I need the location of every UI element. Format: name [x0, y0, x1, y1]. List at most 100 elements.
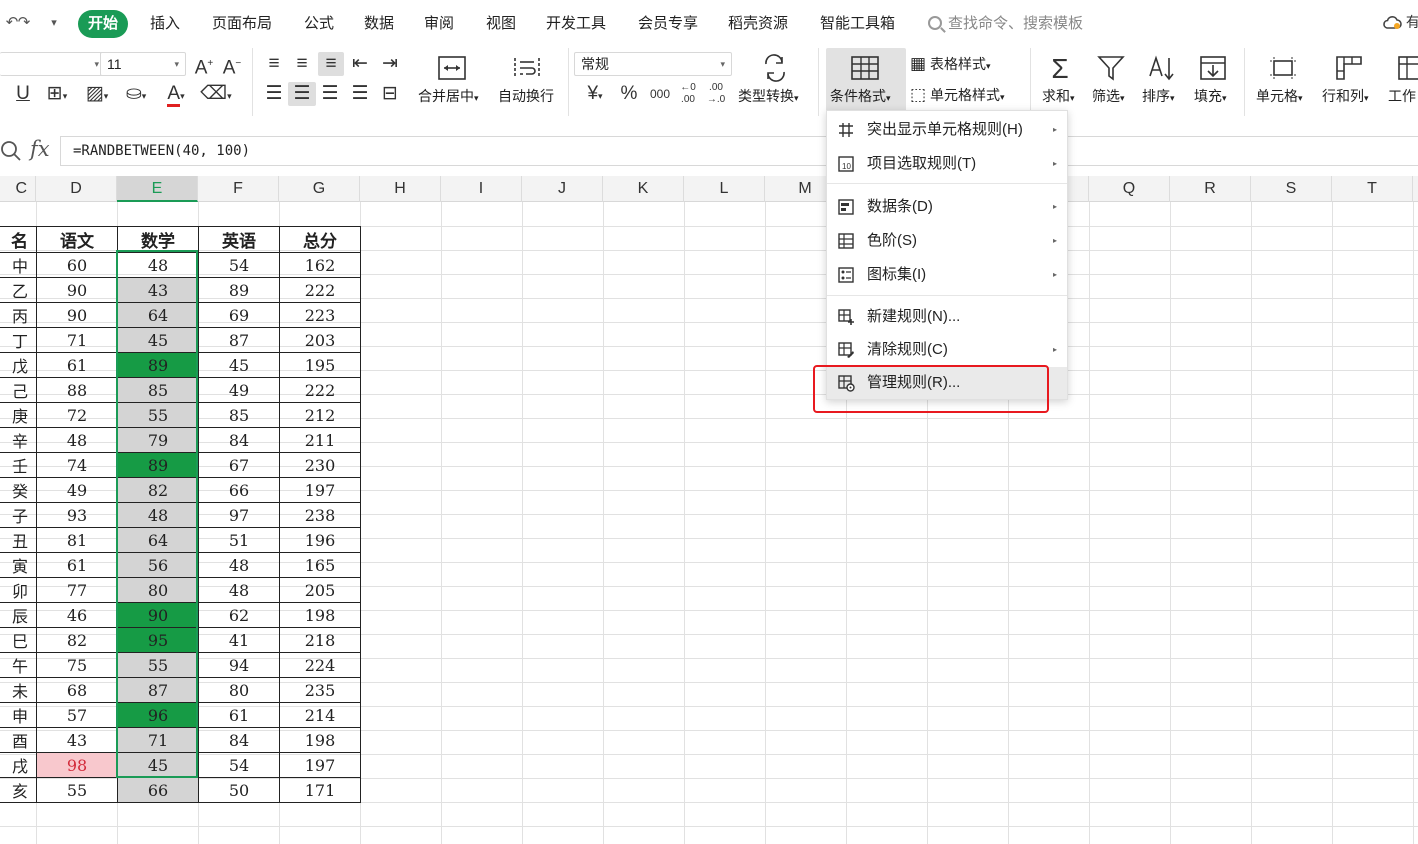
cell-chinese[interactable]: 43 — [36, 727, 118, 753]
cell-name[interactable]: 丙 — [0, 302, 37, 328]
cell-english[interactable]: 69 — [198, 302, 280, 328]
underline-icon[interactable]: U — [12, 82, 34, 106]
command-search[interactable]: 查找命令、搜索模板 — [928, 10, 1083, 38]
cell-button[interactable]: 单元格▾ — [1256, 86, 1303, 108]
cell-total[interactable]: 203 — [279, 327, 361, 353]
cell-total[interactable]: 197 — [279, 477, 361, 503]
cell-total[interactable]: 212 — [279, 402, 361, 428]
cell-name[interactable]: 酉 — [0, 727, 37, 753]
cell-math[interactable]: 43 — [117, 277, 199, 303]
cell-chinese[interactable]: 82 — [36, 627, 118, 653]
column-header-d[interactable]: D — [36, 176, 117, 202]
cell-name[interactable]: 巳 — [0, 627, 37, 653]
worksheet-button[interactable]: 工作 — [1388, 86, 1416, 106]
column-header-s[interactable]: S — [1251, 176, 1332, 202]
column-header-c[interactable]: C — [0, 176, 36, 202]
cell-name[interactable]: 中 — [0, 252, 37, 278]
cell-math[interactable]: 56 — [117, 552, 199, 578]
column-header-g[interactable]: G — [279, 176, 360, 202]
cell-math[interactable]: 79 — [117, 427, 199, 453]
cell-total[interactable]: 238 — [279, 502, 361, 528]
decrease-indent-icon[interactable]: ⇤ — [348, 52, 372, 76]
cell-chinese[interactable]: 93 — [36, 502, 118, 528]
cell-math[interactable]: 89 — [117, 352, 199, 378]
cell-chinese[interactable]: 46 — [36, 602, 118, 628]
cell-math[interactable]: 87 — [117, 677, 199, 703]
cell-english[interactable]: 89 — [198, 277, 280, 303]
font-color-icon[interactable]: A▾ — [158, 82, 194, 108]
row-col-button[interactable]: 行和列▾ — [1322, 86, 1369, 108]
cell-chinese[interactable]: 98 — [36, 752, 118, 778]
cell-total[interactable]: 198 — [279, 602, 361, 628]
column-header-l[interactable]: L — [684, 176, 765, 202]
menu-item-data-bars[interactable]: 数据条(D) ▸ — [827, 191, 1067, 223]
sheet-grid[interactable]: 名 语文 数学 英语 总分 中 60 48 54 162 乙 90 43 89 222 丙 90 64 6… — [0, 202, 1418, 844]
cell-total[interactable]: 223 — [279, 302, 361, 328]
cell-name[interactable]: 辰 — [0, 602, 37, 628]
menu-item-icon-sets[interactable]: 图标集(I) ▸ — [827, 259, 1067, 291]
increase-font-icon[interactable]: A+ — [192, 52, 216, 80]
tab-docer[interactable]: 稻壳资源 — [728, 10, 788, 38]
cell-total[interactable]: 211 — [279, 427, 361, 453]
cell-math[interactable]: 55 — [117, 652, 199, 678]
cell-english[interactable]: 87 — [198, 327, 280, 353]
header-total[interactable]: 总分 — [279, 226, 361, 253]
cell-english[interactable]: 49 — [198, 377, 280, 403]
tab-member[interactable]: 会员专享 — [638, 10, 698, 38]
tab-smart-tools[interactable]: 智能工具箱 — [820, 10, 895, 38]
cloud-sync[interactable]: 有 — [1382, 12, 1418, 32]
cell-english[interactable]: 80 — [198, 677, 280, 703]
cell-chinese[interactable]: 88 — [36, 377, 118, 403]
cell-chinese[interactable]: 90 — [36, 277, 118, 303]
cell-math[interactable]: 90 — [117, 602, 199, 628]
header-math[interactable]: 数学 — [117, 226, 199, 253]
cell-chinese[interactable]: 72 — [36, 402, 118, 428]
cell-name[interactable]: 未 — [0, 677, 37, 703]
cell-math[interactable]: 45 — [117, 752, 199, 778]
menu-item-manage-rules[interactable]: 管理规则(R)... — [827, 367, 1067, 399]
cell-chinese[interactable]: 61 — [36, 552, 118, 578]
cell-math[interactable]: 82 — [117, 477, 199, 503]
cell-english[interactable]: 45 — [198, 352, 280, 378]
cell-math[interactable]: 55 — [117, 402, 199, 428]
number-format-field[interactable]: 常规 ▾ — [574, 52, 732, 76]
cell-chinese[interactable]: 71 — [36, 327, 118, 353]
cell-math[interactable]: 48 — [117, 252, 199, 278]
increase-indent-icon[interactable]: ⇥ — [378, 52, 402, 76]
cell-chinese[interactable]: 57 — [36, 702, 118, 728]
header-chinese[interactable]: 语文 — [36, 226, 118, 253]
cell-math[interactable]: 80 — [117, 577, 199, 603]
column-header-q[interactable]: Q — [1089, 176, 1170, 202]
wrap-text-button[interactable]: 自动换行 — [498, 86, 554, 106]
column-header-r[interactable]: R — [1170, 176, 1251, 202]
cell-chinese[interactable]: 61 — [36, 352, 118, 378]
cell-math[interactable]: 66 — [117, 777, 199, 803]
cell-total[interactable]: 218 — [279, 627, 361, 653]
quick-access-dropdown-icon[interactable]: ▾ — [44, 12, 64, 34]
cell-math[interactable]: 71 — [117, 727, 199, 753]
cell-english[interactable]: 61 — [198, 702, 280, 728]
align-left-icon[interactable]: ☰ — [262, 82, 286, 106]
cell-name[interactable]: 癸 — [0, 477, 37, 503]
cell-english[interactable]: 41 — [198, 627, 280, 653]
cell-name[interactable]: 辛 — [0, 427, 37, 453]
cell-total[interactable]: 230 — [279, 452, 361, 478]
justify-icon[interactable]: ☰ — [348, 82, 372, 106]
sum-button[interactable]: 求和▾ — [1042, 86, 1075, 108]
cell-total[interactable]: 235 — [279, 677, 361, 703]
cell-english[interactable]: 48 — [198, 552, 280, 578]
align-right-icon[interactable]: ☰ — [318, 82, 342, 106]
align-top-icon[interactable]: ≡ — [262, 52, 286, 76]
cell-chinese[interactable]: 90 — [36, 302, 118, 328]
cell-english[interactable]: 54 — [198, 252, 280, 278]
cell-chinese[interactable]: 81 — [36, 527, 118, 553]
cell-name[interactable]: 午 — [0, 652, 37, 678]
clear-format-icon[interactable]: ⌫▾ — [198, 82, 234, 108]
cell-name[interactable]: 申 — [0, 702, 37, 728]
column-header-h[interactable]: H — [360, 176, 441, 202]
cell-math[interactable]: 64 — [117, 302, 199, 328]
increase-decimal-icon[interactable]: ←0.00 — [676, 82, 700, 106]
tab-data[interactable]: 数据 — [364, 10, 394, 38]
cell-english[interactable]: 66 — [198, 477, 280, 503]
type-convert-button[interactable]: 类型转换▾ — [738, 86, 799, 108]
